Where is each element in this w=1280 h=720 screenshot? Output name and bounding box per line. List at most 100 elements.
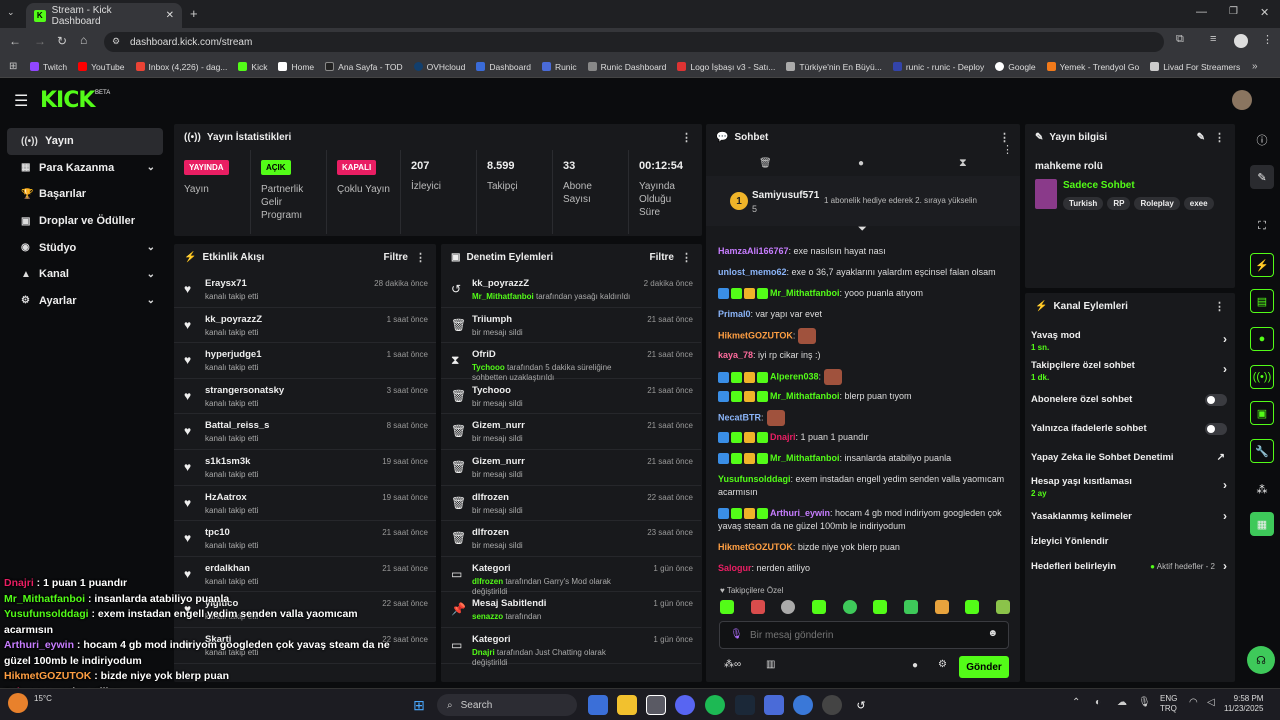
bookmark-tod[interactable]: Ana Sayfa - TOD <box>325 62 403 72</box>
send-button[interactable]: Gönder <box>959 656 1009 678</box>
tray-expand-icon[interactable]: ⌃ <box>1072 697 1080 708</box>
bookmark-runic-dashboard[interactable]: Runic Dashboard <box>587 62 666 72</box>
ai-moderation-row[interactable]: Yapay Zeka ile Sohbet Denetimi ↗ <box>1031 452 1231 463</box>
category-name[interactable]: Sadece Sohbet <box>1063 180 1135 191</box>
moderation-target[interactable]: Tychooo <box>472 385 511 396</box>
moderation-row[interactable]: 🗑 dlfrozen bir mesajı sildi 22 saat önce <box>441 486 701 522</box>
moderation-target[interactable]: Gizem_nurr <box>472 456 525 467</box>
minimize-icon[interactable]: — <box>1196 6 1207 18</box>
activity-username[interactable]: HzAatrox <box>205 492 247 503</box>
bookmark-trendyol[interactable]: Yemek - Trendyol Go <box>1046 62 1139 72</box>
language-indicator[interactable]: ENG TRQ <box>1160 694 1177 714</box>
moderation-actor[interactable]: senazzo <box>472 612 503 621</box>
bookmark-livad[interactable]: Livad For Streamers <box>1150 62 1240 72</box>
spotify-icon[interactable] <box>705 695 725 715</box>
banned-words-row[interactable]: Yasaklanmış kelimeler › <box>1031 509 1231 523</box>
home-icon[interactable]: ⌂ <box>80 33 87 47</box>
support-icon[interactable]: ☊ <box>1247 646 1275 674</box>
activity-username[interactable]: strangersonatsky <box>205 385 284 396</box>
sidebar-item-droplar[interactable]: ▣ Droplar ve Ödüller <box>7 208 163 235</box>
leaderboard-user[interactable]: Samiyusuf571 <box>752 190 819 201</box>
app-icon[interactable]: ↺ <box>851 695 871 715</box>
sidebar-item-basarilar[interactable]: 🏆 Başarılar <box>7 181 163 208</box>
emote-icon[interactable] <box>965 600 980 614</box>
app-icon[interactable] <box>822 695 842 715</box>
subscribers-only-toggle[interactable] <box>1205 394 1227 406</box>
bookmark-home[interactable]: Home <box>278 62 314 72</box>
bookmark-dashboard[interactable]: Dashboard <box>476 62 531 72</box>
apps-grid-icon[interactable]: ⊞ <box>9 61 17 72</box>
activity-username[interactable]: hyperjudge1 <box>205 349 262 360</box>
moderation-row[interactable]: ⧗ OfriD Tychooo tarafından 5 dakika süreli… <box>441 343 701 382</box>
bookmark-runic-deploy[interactable]: runic - runic - Deploy <box>892 62 984 72</box>
activity-username[interactable]: Battal_reiss_s <box>205 420 269 431</box>
chat-username[interactable]: Yusufunsolddagi <box>718 474 791 484</box>
moderation-actor[interactable]: Mr_Mithatfanboi <box>472 292 534 301</box>
cloud-icon[interactable]: ☁ <box>1117 697 1127 708</box>
emote-icon[interactable] <box>842 600 857 614</box>
hamburger-menu-icon[interactable]: ☰ <box>14 91 28 111</box>
microphone-icon[interactable]: 🎙 <box>730 629 743 640</box>
chat-username[interactable]: Dnajri <box>770 432 796 442</box>
more-bookmarks-icon[interactable]: » <box>1252 61 1258 72</box>
chat-username[interactable]: Mr_Mithatfanboi <box>770 391 840 401</box>
moderation-target[interactable]: dlfrozen <box>472 492 509 503</box>
emote-icon[interactable] <box>781 600 796 614</box>
discord-icon[interactable] <box>675 695 695 715</box>
file-explorer-icon[interactable] <box>617 695 637 715</box>
wifi-icon[interactable]: ◠ <box>1189 697 1198 708</box>
steam-icon[interactable] <box>735 695 755 715</box>
media-icon[interactable]: ≡ <box>1210 33 1216 45</box>
emote-only-toggle[interactable] <box>1205 423 1227 435</box>
goals-row[interactable]: Hedefleri belirleyin ● Aktif hedefler - 2… <box>1031 559 1231 573</box>
site-info-icon[interactable]: ⚙ <box>112 36 120 47</box>
bookmark-ovh[interactable]: OVHcloud <box>413 62 465 72</box>
moderation-actor[interactable]: dlfrozen <box>472 577 503 586</box>
moderation-row[interactable]: 🗑 dlfrozen bir mesajı sildi 23 saat önce <box>441 521 701 557</box>
moderation-target[interactable]: Gizem_nurr <box>472 420 525 431</box>
address-bar[interactable]: ⚙ dashboard.kick.com/stream <box>104 32 1164 52</box>
activity-username[interactable]: tpc10 <box>205 527 230 538</box>
lightning-icon[interactable]: ⚡ <box>1250 253 1274 277</box>
collapse-icon[interactable]: ⏷ <box>858 223 867 236</box>
chat-username[interactable]: HikmetGOZUTOK <box>718 330 793 340</box>
tag[interactable]: RP <box>1107 197 1131 210</box>
sidebar-item-ayarlar[interactable]: ⚙ Ayarlar ⌄ <box>7 288 163 315</box>
moderation-row[interactable]: ▭ Kategori Dnajri tarafından Just Chatting… <box>441 628 701 667</box>
emote-icon[interactable] <box>811 600 826 614</box>
slow-mode-row[interactable]: Yavaş mod 1 sn. › <box>1031 330 1231 352</box>
chat-username[interactable]: Primal0 <box>718 309 751 319</box>
emote-icon[interactable] <box>720 600 734 614</box>
moderation-actor[interactable]: Tychooo <box>472 363 505 372</box>
bookmark-inbox[interactable]: Inbox (4,226) - dag... <box>135 62 227 72</box>
tag[interactable]: Turkish <box>1063 197 1104 210</box>
wrench-icon[interactable]: 🔧 <box>1250 439 1274 463</box>
account-age-row[interactable]: Hesap yaşı kısıtlaması 2 ay › <box>1031 476 1231 498</box>
moderation-target[interactable]: Kategori <box>472 563 511 574</box>
sidebar-item-studyo[interactable]: ◉ Stüdyo ⌄ <box>7 234 163 261</box>
activity-row[interactable]: ♥ Eraysx71 kanalı takip etti 28 dakika önce <box>174 272 436 308</box>
bookmark-logo[interactable]: Logo İşbaşı v3 - Satı... <box>677 62 775 72</box>
app-icon[interactable] <box>793 695 813 715</box>
chat-menu-icon[interactable]: ⋮ <box>1002 143 1013 156</box>
host-row[interactable]: İzleyici Yönlendir <box>1031 536 1231 547</box>
moderation-target[interactable]: Triiumph <box>472 314 512 325</box>
extensions-icon[interactable]: ⧉ <box>1176 33 1184 46</box>
activity-username[interactable]: s1k1sm3k <box>205 456 250 467</box>
activity-username[interactable]: kk_poyrazzZ <box>205 314 262 325</box>
moderation-row[interactable]: 🗑 Gizem_nurr bir mesajı sildi 21 saat önce <box>441 414 701 450</box>
emote-icon[interactable] <box>903 600 918 614</box>
browser-tab[interactable]: K Stream - Kick Dashboard ✕ <box>26 3 182 28</box>
chat-input[interactable]: 🎙 ☻ <box>719 621 1009 649</box>
activity-row[interactable]: ♥ Battal_reiss_s kanalı takip etti 8 saat ö… <box>174 414 436 450</box>
moderation-row[interactable]: ▭ Kategori dlfrozen tarafından Garry's Mod… <box>441 557 701 596</box>
moderation-target[interactable]: OfriD <box>472 349 496 360</box>
bookmark-runic[interactable]: Runic <box>541 62 577 72</box>
copilot-icon[interactable] <box>588 695 608 715</box>
emoji-icon[interactable]: ☻ <box>987 628 998 639</box>
emote-icon[interactable] <box>873 600 888 614</box>
tray-icon[interactable]: ◐ <box>1095 697 1101 708</box>
chat-username[interactable]: kaya_78 <box>718 350 753 360</box>
activity-username[interactable]: erdalkhan <box>205 563 250 574</box>
tab-search-icon[interactable]: ⌄ <box>7 7 15 18</box>
